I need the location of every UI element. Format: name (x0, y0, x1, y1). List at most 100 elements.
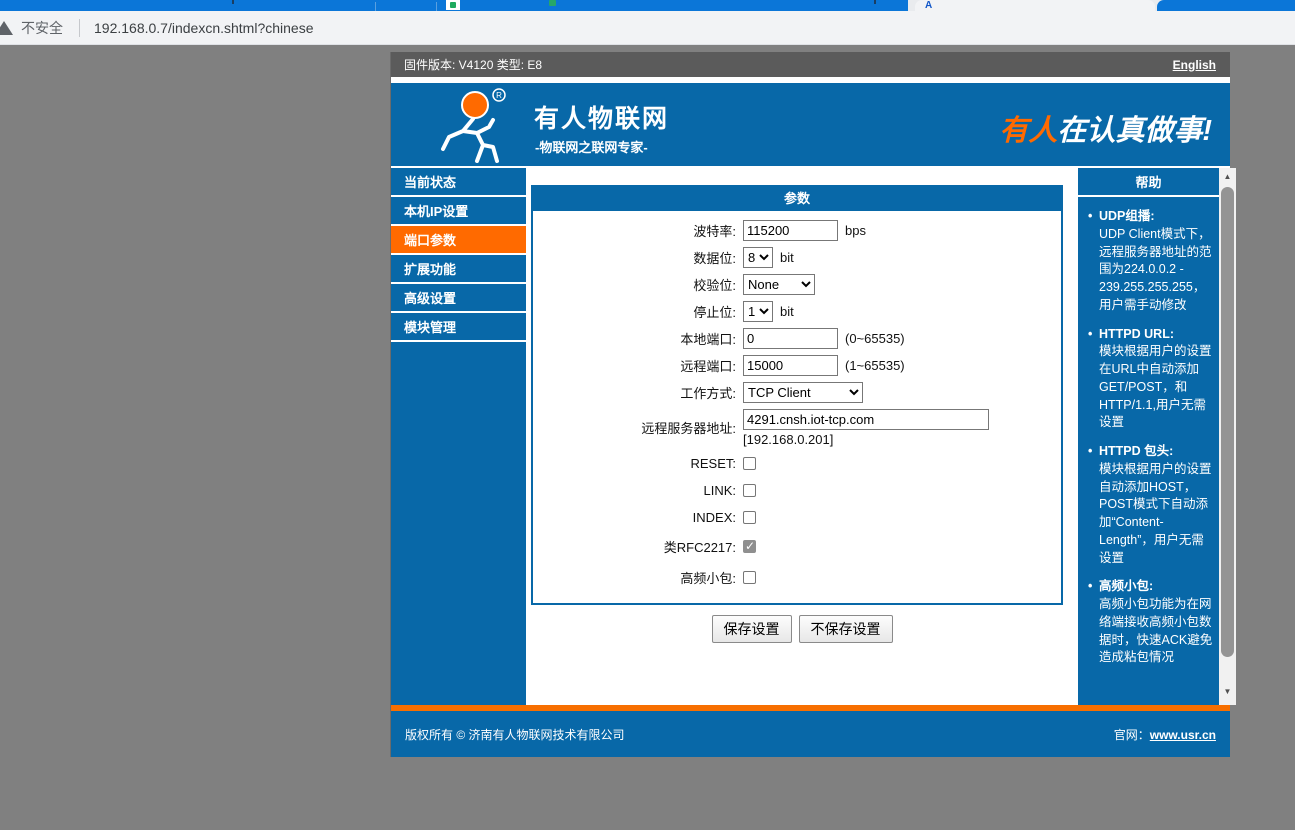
stop-bits-row: 停止位: 1 bit (533, 298, 1061, 325)
sidebar-item-advanced-settings[interactable]: 高级设置 (391, 284, 526, 313)
stop-bits-label: 停止位: (533, 302, 743, 321)
remote-server-row: 远程服务器地址: [192.168.0.201] (533, 406, 1061, 450)
official-site-label: 官网： (1114, 728, 1150, 742)
local-port-range-hint: (0~65535) (845, 331, 905, 346)
svg-text:R: R (496, 91, 502, 100)
browser-tab[interactable] (1157, 0, 1295, 11)
tab-favicon (446, 0, 460, 10)
reset-label: RESET: (533, 456, 743, 471)
help-item-head: HTTPD URL: (1099, 326, 1213, 344)
browser-toolbar: 不安全 192.168.0.7/indexcn.shtml?chinese (0, 11, 1295, 45)
main-row: 当前状态 本机IP设置 端口参数 扩展功能 高级设置 模块管理 参数 波特率: … (391, 166, 1230, 705)
rfc2217-row: 类RFC2217: (533, 531, 1061, 562)
tab-divider (436, 2, 437, 11)
remote-port-input[interactable] (743, 355, 838, 376)
parity-label: 校验位: (533, 275, 743, 294)
sidebar-item-extended-functions[interactable]: 扩展功能 (391, 255, 526, 284)
help-item-high-freq: 高频小包:高频小包功能为在网络端接收高频小包数据时，快速ACK避免造成粘包情况 (1086, 578, 1213, 667)
scrollbar-thumb[interactable] (1221, 187, 1234, 657)
remote-port-label: 远程端口: (533, 356, 743, 375)
data-bits-row: 数据位: 8 bit (533, 244, 1061, 271)
index-row: INDEX: (533, 504, 1061, 531)
high-freq-row: 高频小包: (533, 562, 1061, 593)
baud-rate-label: 波特率: (533, 221, 743, 240)
tab-divider (375, 2, 376, 11)
link-checkbox[interactable] (743, 484, 756, 497)
slogan-orange-part: 有人 (999, 115, 1057, 147)
stop-bits-select[interactable]: 1 (743, 301, 773, 322)
page-footer: 版权所有 © 济南有人物联网技术有限公司 官网：www.usr.cn (391, 711, 1230, 757)
reset-row: RESET: (533, 450, 1061, 477)
help-title: 帮助 (1078, 168, 1219, 197)
panel-title: 参数 (533, 187, 1061, 211)
brand-title: 有人物联网 (534, 99, 669, 135)
link-row: LINK: (533, 477, 1061, 504)
parity-row: 校验位: None (533, 271, 1061, 298)
reset-checkbox[interactable] (743, 457, 756, 470)
work-mode-select[interactable]: TCP Client (743, 382, 863, 403)
help-scrollbar[interactable]: ▲ ▼ (1219, 168, 1236, 705)
address-bar-url[interactable]: 192.168.0.7/indexcn.shtml?chinese (94, 20, 313, 36)
link-label: LINK: (533, 483, 743, 498)
tab-fragment (232, 0, 234, 4)
work-mode-row: 工作方式: TCP Client (533, 379, 1061, 406)
work-mode-label: 工作方式: (533, 383, 743, 402)
help-item-body: 模块根据用户的设置自动添加HOST，POST模式下自动添加“Content-Le… (1099, 462, 1212, 565)
stop-bits-unit: bit (780, 304, 794, 319)
browser-tab-active[interactable] (915, 0, 1155, 11)
local-port-input[interactable] (743, 328, 838, 349)
help-item-head: 高频小包: (1099, 578, 1213, 596)
official-site: 官网：www.usr.cn (1114, 726, 1216, 743)
help-item-udp-multicast: UDP组播:UDP Client模式下，远程服务器地址的范围为224.0.0.2… (1086, 208, 1213, 315)
remote-server-input[interactable] (743, 409, 989, 430)
brand-subtitle: -物联网之联网专家- (535, 137, 648, 156)
parity-select[interactable]: None (743, 274, 815, 295)
rfc2217-label: 类RFC2217: (533, 537, 743, 556)
device-config-page: 固件版本: V4120 类型: E8 English R 有人物联网 -物联网之… (390, 52, 1230, 757)
high-freq-checkbox[interactable] (743, 571, 756, 584)
help-panel: 帮助 UDP组播:UDP Client模式下，远程服务器地址的范围为224.0.… (1078, 168, 1219, 705)
sidebar-item-port-params[interactable]: 端口参数 (391, 226, 526, 255)
sidebar-menu: 当前状态 本机IP设置 端口参数 扩展功能 高级设置 模块管理 (391, 168, 526, 705)
brand-slogan: 有人在认真做事! (999, 107, 1212, 149)
data-bits-label: 数据位: (533, 248, 743, 267)
dont-save-settings-button[interactable]: 不保存设置 (799, 615, 893, 643)
scroll-up-icon[interactable]: ▲ (1219, 168, 1236, 185)
favicon-green-icon (549, 0, 556, 6)
form-buttons: 保存设置 不保存设置 (531, 615, 1073, 643)
remote-port-row: 远程端口: (1~65535) (533, 352, 1061, 379)
data-bits-select[interactable]: 8 (743, 247, 773, 268)
index-label: INDEX: (533, 510, 743, 525)
english-language-link[interactable]: English (1173, 58, 1216, 72)
sidebar-item-module-management[interactable]: 模块管理 (391, 313, 526, 342)
firmware-bar: 固件版本: V4120 类型: E8 English (391, 52, 1230, 77)
usr-website-link[interactable]: www.usr.cn (1150, 728, 1216, 742)
rfc2217-checkbox[interactable] (743, 540, 756, 553)
save-settings-button[interactable]: 保存设置 (712, 615, 792, 643)
help-item-body: UDP Client模式下，远程服务器地址的范围为224.0.0.2 - 239… (1099, 227, 1212, 312)
browser-tab-strip: A (0, 0, 1295, 11)
baud-rate-row: 波特率: bps (533, 217, 1061, 244)
sidebar-item-local-ip[interactable]: 本机IP设置 (391, 197, 526, 226)
help-item-head: UDP组播: (1099, 208, 1213, 226)
remote-server-label: 远程服务器地址: (533, 409, 743, 437)
baud-rate-input[interactable] (743, 220, 838, 241)
not-secure-label[interactable]: 不安全 (21, 18, 63, 38)
help-item-body: 高频小包功能为在网络端接收高频小包数据时，快速ACK避免造成粘包情况 (1099, 597, 1212, 664)
firmware-version-label: 固件版本: V4120 类型: E8 (404, 56, 542, 73)
scroll-down-icon[interactable]: ▼ (1219, 683, 1236, 700)
sidebar-item-current-status[interactable]: 当前状态 (391, 168, 526, 197)
resolved-ip-note: [192.168.0.201] (743, 432, 989, 447)
help-item-httpd-header: HTTPD 包头:模块根据用户的设置自动添加HOST，POST模式下自动添加“C… (1086, 443, 1213, 567)
usr-person-logo-icon: R (433, 87, 525, 163)
data-bits-unit: bit (780, 250, 794, 265)
url-divider (79, 19, 80, 37)
index-checkbox[interactable] (743, 511, 756, 524)
tab-fragment (874, 0, 876, 4)
help-item-head: HTTPD 包头: (1099, 443, 1213, 461)
help-item-httpd-url: HTTPD URL:模块根据用户的设置在URL中自动添加GET/POST，和HT… (1086, 326, 1213, 433)
help-item-body: 模块根据用户的设置在URL中自动添加GET/POST，和HTTP/1.1,用户无… (1099, 344, 1212, 429)
favicon-green-icon (450, 2, 456, 8)
copyright-text: 版权所有 © 济南有人物联网技术有限公司 (405, 726, 625, 743)
not-secure-warning-icon (0, 21, 13, 35)
